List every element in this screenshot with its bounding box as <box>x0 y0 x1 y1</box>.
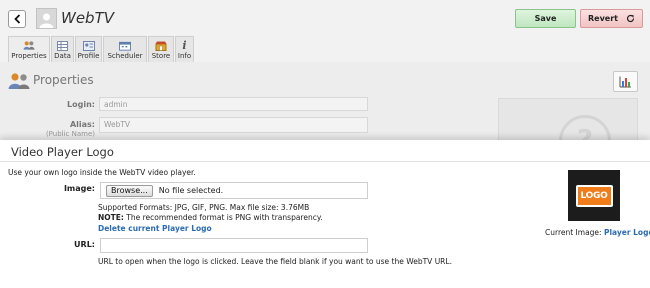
divider <box>0 161 650 162</box>
current-image-caption: Current Image: Player Logo <box>545 228 650 237</box>
app-title: WebTV <box>61 9 115 27</box>
tab-label: Info <box>177 52 192 60</box>
chevron-left-icon <box>13 14 20 24</box>
tab-store[interactable]: Store <box>148 36 174 62</box>
supported-formats-text: Supported Formats: JPG, GIF, PNG. Max fi… <box>98 203 310 212</box>
tab-scheduler[interactable]: Scheduler <box>103 36 147 62</box>
top-toolbar: WebTV Save Revert Properties Data Profil… <box>0 0 650 62</box>
grid-icon <box>57 40 69 51</box>
users-icon <box>8 73 30 89</box>
save-button[interactable]: Save <box>515 9 576 28</box>
image-label: Image: <box>63 184 95 193</box>
bar-chart-icon <box>619 76 631 87</box>
tab-label: Scheduler <box>107 52 143 60</box>
dialog-description: Use your own logo inside the WebTV video… <box>8 168 196 177</box>
delete-logo-link[interactable]: Delete current Player Logo <box>98 224 212 233</box>
logo-text: LOGO <box>575 184 613 207</box>
tab-label: Properties <box>11 52 47 60</box>
chart-button[interactable] <box>613 71 638 92</box>
current-logo-image: LOGO <box>568 170 620 221</box>
url-input[interactable] <box>100 238 368 253</box>
url-label: URL: <box>74 240 95 249</box>
refresh-icon <box>626 14 635 23</box>
section-title: Properties <box>33 73 94 87</box>
users-icon <box>23 40 35 51</box>
tab-data[interactable]: Data <box>51 36 74 62</box>
dialog-title: Video Player Logo <box>11 145 114 159</box>
tab-label: Store <box>151 52 171 60</box>
user-silhouette-icon <box>39 13 54 28</box>
browse-button[interactable]: Browse... <box>106 184 153 197</box>
url-hint: URL to open when the logo is clicked. Le… <box>98 257 452 266</box>
note-text: NOTE: The recommended format is PNG with… <box>98 213 323 222</box>
store-icon <box>155 40 167 51</box>
file-status: No file selected. <box>158 186 224 195</box>
app-avatar <box>36 8 57 29</box>
tab-label: Data <box>54 52 71 60</box>
login-label: Login: <box>67 100 95 109</box>
player-logo-link[interactable]: Player Logo <box>604 228 650 237</box>
scheduler-icon <box>119 40 131 51</box>
tab-properties[interactable]: Properties <box>8 36 50 62</box>
tab-info[interactable]: i Info <box>175 36 194 62</box>
revert-label: Revert <box>588 14 618 23</box>
tab-profile[interactable]: Profile <box>75 36 102 62</box>
alias-field[interactable]: WebTV <box>99 117 368 133</box>
note-label: NOTE: <box>98 213 124 222</box>
note-body: The recommended format is PNG with trans… <box>126 213 323 222</box>
image-file-input[interactable]: Browse... No file selected. <box>100 182 368 199</box>
alias-sublabel: (Public Name) <box>45 130 95 138</box>
back-button[interactable] <box>8 10 26 28</box>
tab-label: Profile <box>77 52 100 60</box>
alias-label: Alias: <box>69 120 95 129</box>
login-field: admin <box>99 97 368 111</box>
profile-card-icon <box>82 40 95 51</box>
info-icon: i <box>182 39 187 52</box>
current-image-label: Current Image: <box>545 228 602 237</box>
tab-bar: Properties Data Profile Scheduler Store … <box>8 36 195 62</box>
revert-button[interactable]: Revert <box>580 9 643 28</box>
